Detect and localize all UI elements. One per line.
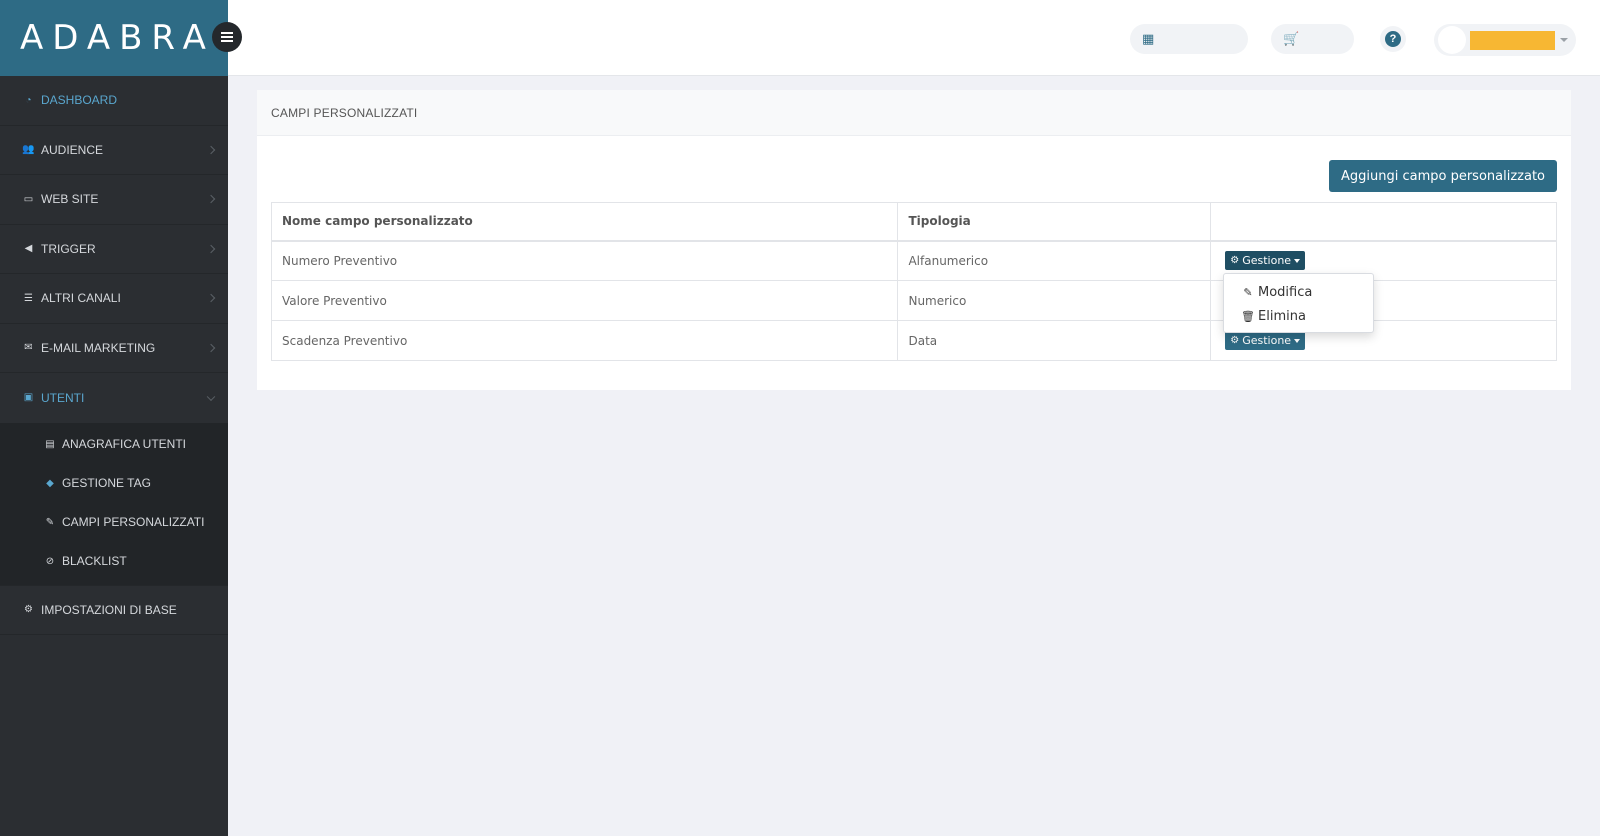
field-type-cell: Numerico (897, 280, 1212, 321)
megaphone-icon: ◀ (24, 243, 33, 255)
building-icon: ▦ (1142, 31, 1155, 46)
caret-down-icon (1294, 338, 1301, 343)
sidebar-item-trigger[interactable]: ◀ TRIGGER (0, 225, 228, 274)
dashboard-icon: ◔ (25, 94, 32, 106)
logo-bar: ADABRA (0, 0, 242, 76)
field-name-cell: Scadenza Preventivo (270, 320, 899, 361)
chevron-right-icon (206, 145, 216, 154)
field-type-cell: Alfanumerico (897, 240, 1212, 281)
sidebar-nav: ◔ DASHBOARD 👥 AUDIENCE ▭ WEB SITE ◀ TRIG… (0, 76, 228, 635)
add-custom-field-button[interactable]: Aggiungi campo personalizzato (1328, 160, 1557, 192)
sidebar-item-label: E-MAIL MARKETING (41, 340, 156, 355)
sidebar-subitem-label: GESTIONE TAG (62, 476, 151, 490)
sidebar-item-label: WEB SITE (41, 192, 99, 207)
sidebar-subitem-label: ANAGRAFICA UTENTI (62, 437, 187, 451)
sidebar-subitem-campi-personalizzati[interactable]: ✎ CAMPI PERSONALIZZATI (0, 503, 228, 542)
panel-title: CAMPI PERSONALIZZATI (257, 90, 1571, 136)
column-header-name: Nome campo personalizzato (270, 202, 899, 242)
sidebar-item-utenti[interactable]: ▣ UTENTI (0, 373, 228, 423)
gear-icon: ⚙ (1230, 255, 1240, 267)
user-square-icon: ▣ (23, 392, 34, 404)
sidebar-item-altri-canali[interactable]: ☰ ALTRI CANALI (0, 274, 228, 324)
hamburger-icon (221, 36, 233, 38)
sidebar-item-label: TRIGGER (41, 241, 96, 256)
sidebar-subitem-label: BLACKLIST (62, 554, 127, 568)
account-selector[interactable]: ▦ (1130, 24, 1248, 54)
chevron-down-icon (206, 392, 216, 401)
user-menu[interactable] (1434, 24, 1576, 56)
sidebar-subitem-anagrafica-utenti[interactable]: ▤ ANAGRAFICA UTENTI (0, 425, 228, 464)
help-button[interactable]: ? (1380, 26, 1406, 52)
sidebar-item-dashboard[interactable]: ◔ DASHBOARD (0, 76, 228, 126)
caret-down-icon (1560, 38, 1568, 42)
gestione-label: Gestione (1242, 334, 1292, 347)
envelope-icon: ✉ (24, 342, 33, 354)
gestione-button[interactable]: ⚙ Gestione (1225, 251, 1306, 271)
cogs-icon: ⚙ (24, 604, 33, 616)
sidebar-item-impostazioni-di-base[interactable]: ⚙ IMPOSTAZIONI DI BASE (0, 586, 228, 635)
gear-icon: ⚙ (1230, 335, 1240, 346)
gestione-button[interactable]: ⚙ Gestione (1225, 331, 1306, 350)
trash-icon: 🗑 (1241, 309, 1255, 323)
help-icon: ? (1385, 31, 1401, 47)
tag-icon: ◆ (46, 477, 54, 489)
field-name-cell: Numero Preventivo (270, 240, 899, 281)
edit-icon: ✎ (1243, 285, 1253, 299)
chevron-right-icon (206, 294, 216, 303)
chevron-right-icon (206, 195, 216, 204)
field-type-cell: Data (897, 320, 1212, 361)
top-bar: ▦ 🛒 ? (228, 0, 1600, 76)
custom-fields-panel: CAMPI PERSONALIZZATI Aggiungi campo pers… (257, 90, 1571, 390)
pencil-icon: ✎ (45, 516, 55, 528)
list-icon: ☰ (24, 292, 33, 304)
chevron-right-icon (206, 343, 216, 352)
gestione-dropdown-menu: ✎ Modifica 🗑 Elimina (1223, 273, 1374, 333)
column-header-type: Tipologia (897, 202, 1212, 242)
sidebar: ADABRA ◔ DASHBOARD 👥 AUDIENCE ▭ WEB SITE… (0, 0, 242, 836)
chevron-right-icon (206, 244, 216, 253)
sidebar-subitem-gestione-tag[interactable]: ◆ GESTIONE TAG (0, 464, 228, 503)
table-header-row: Nome campo personalizzato Tipologia (270, 202, 1557, 242)
sidebar-item-label: ALTRI CANALI (41, 291, 121, 306)
menu-item-label: Elimina (1258, 308, 1306, 324)
cart-icon: 🛒 (1283, 31, 1300, 46)
ban-icon: ⊘ (45, 555, 55, 567)
sidebar-item-audience[interactable]: 👥 AUDIENCE (0, 126, 228, 175)
sidebar-item-email-marketing[interactable]: ✉ E-MAIL MARKETING (0, 324, 228, 373)
user-name-redacted (1470, 31, 1555, 50)
sidebar-item-label: UTENTI (41, 390, 85, 405)
sidebar-subitem-blacklist[interactable]: ⊘ BLACKLIST (0, 542, 228, 581)
menu-item-elimina[interactable]: 🗑 Elimina (1224, 304, 1373, 328)
column-header-actions (1210, 202, 1557, 242)
brand-logo[interactable]: ADABRA (20, 18, 215, 58)
menu-toggle-button[interactable] (212, 22, 242, 52)
users-icon: 👥 (22, 144, 35, 156)
cart-button[interactable]: 🛒 (1271, 24, 1354, 54)
monitor-icon: ▭ (23, 193, 34, 205)
utenti-submenu: ▤ ANAGRAFICA UTENTI ◆ GESTIONE TAG ✎ CAM… (0, 422, 228, 586)
sidebar-subitem-label: CAMPI PERSONALIZZATI (62, 515, 205, 529)
id-card-icon: ▤ (45, 438, 55, 450)
sidebar-item-label: IMPOSTAZIONI DI BASE (41, 602, 177, 617)
avatar (1438, 26, 1466, 54)
sidebar-item-web-site[interactable]: ▭ WEB SITE (0, 175, 228, 225)
gestione-label: Gestione (1242, 254, 1292, 268)
menu-item-modifica[interactable]: ✎ Modifica (1224, 280, 1373, 304)
main-content: CAMPI PERSONALIZZATI Aggiungi campo pers… (228, 76, 1600, 836)
menu-item-label: Modifica (1258, 284, 1313, 300)
sidebar-item-label: DASHBOARD (41, 93, 118, 108)
caret-down-icon (1294, 258, 1301, 263)
field-name-cell: Valore Preventivo (270, 280, 899, 321)
sidebar-item-label: AUDIENCE (41, 142, 104, 157)
